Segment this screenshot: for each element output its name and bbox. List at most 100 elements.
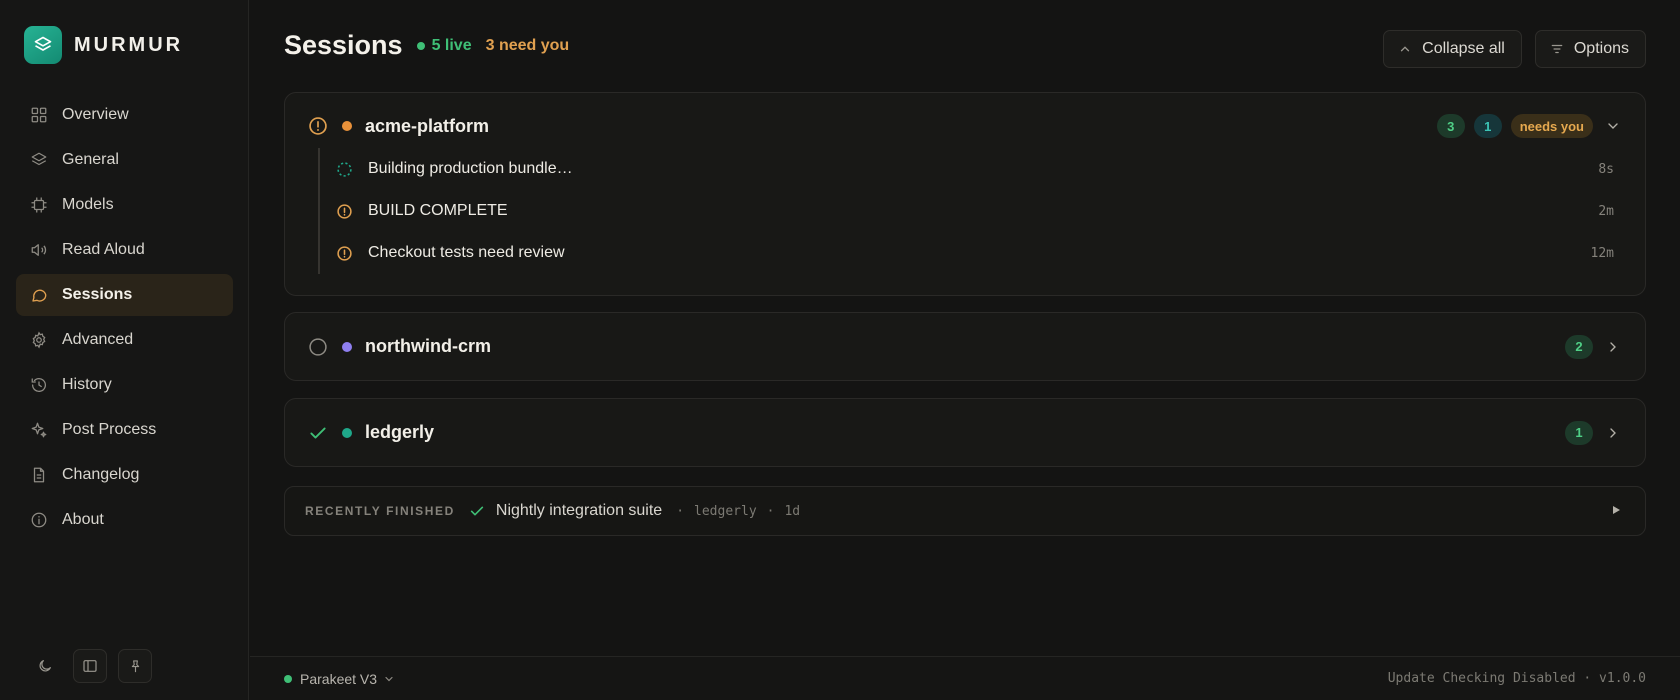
pin-icon: [131, 659, 139, 672]
recently-finished-row[interactable]: RECENTLY FINISHED Nightly integration su…: [284, 486, 1646, 536]
options-button[interactable]: Options: [1534, 30, 1646, 68]
task-time: 8s: [1598, 161, 1614, 177]
chevron-up-icon: [1398, 42, 1412, 56]
sidebar-toggle-button[interactable]: [73, 649, 107, 683]
chevron-right-icon[interactable]: [1605, 425, 1621, 441]
sidebar-item-label: General: [62, 151, 119, 168]
pin-button[interactable]: [118, 649, 152, 683]
project-color-dot: [342, 121, 352, 131]
count-badge: 1: [1565, 420, 1593, 445]
sidebar-item-changelog[interactable]: Changelog: [16, 454, 233, 496]
attention-icon: [335, 202, 353, 220]
model-selector[interactable]: Parakeet V3: [300, 671, 377, 687]
collapse-all-button[interactable]: Collapse all: [1383, 30, 1522, 68]
task-row[interactable]: Building production bundle… 8s: [320, 148, 1614, 190]
chip-icon: [29, 195, 49, 215]
project-color-dot: [342, 427, 352, 438]
sidebar-item-label: Overview: [62, 106, 129, 123]
sidebar-bottom-controls: [28, 649, 163, 683]
chevron-down-icon[interactable]: [1605, 118, 1621, 134]
collapse-all-label: Collapse all: [1422, 40, 1505, 57]
project-name: northwind-crm: [365, 336, 491, 356]
sidebar-item-models[interactable]: Models: [16, 184, 233, 226]
layers-icon: [29, 150, 49, 170]
sidebar-item-label: History: [62, 376, 112, 393]
project-badges: 1: [1556, 399, 1621, 466]
project-card-northwind-crm: northwind-crm 2: [284, 312, 1646, 381]
finished-item-project: ledgerly: [694, 503, 757, 519]
idle-circle-icon: [308, 337, 328, 357]
header-actions: Collapse all Options: [1370, 30, 1646, 68]
page-header: Sessions 5 live 3 need you: [284, 30, 569, 61]
count-badge: 2: [1565, 334, 1593, 359]
sidebar-item-about[interactable]: About: [16, 499, 233, 541]
recently-finished-label: RECENTLY FINISHED: [305, 504, 455, 518]
task-label: Checkout tests need review: [368, 244, 565, 261]
app-logo-icon: [24, 26, 62, 64]
sidebar-item-read-aloud[interactable]: Read Aloud: [16, 229, 233, 271]
main-content: Sessions 5 live 3 need you Collapse all …: [250, 0, 1680, 656]
meta-separator: ·: [676, 503, 685, 519]
chat-bubble-icon: [29, 285, 49, 305]
moon-icon: [39, 660, 51, 672]
count-badge: 1: [1473, 114, 1502, 138]
brand: MURMUR: [24, 26, 183, 64]
update-status: Update Checking Disabled · v1.0.0: [1387, 671, 1646, 686]
sidebar-item-overview[interactable]: Overview: [16, 94, 233, 136]
sidebar-item-label: Post Process: [62, 421, 157, 438]
project-color-dot: [342, 341, 352, 352]
project-header[interactable]: ledgerly 1: [285, 399, 1645, 466]
sidebar-item-label: Sessions: [62, 286, 133, 303]
live-indicator-dot: [416, 41, 425, 50]
sidebar-item-sessions[interactable]: Sessions: [16, 274, 233, 316]
needs-you-badge: needs you: [1510, 114, 1593, 138]
count-badge: 3: [1436, 114, 1465, 138]
sidebar-toggle-icon: [83, 660, 97, 672]
finished-item-age: 1d: [784, 503, 801, 519]
attention-icon: [308, 116, 328, 136]
page-title: Sessions: [284, 30, 403, 60]
task-label: Building production bundle…: [368, 160, 573, 177]
app-name: MURMUR: [74, 33, 184, 56]
grid-icon: [29, 105, 49, 125]
chevron-right-icon[interactable]: [1605, 339, 1621, 355]
attention-icon: [335, 244, 353, 262]
task-row[interactable]: BUILD COMPLETE 2m: [320, 190, 1614, 232]
finished-item-name: Nightly integration suite: [495, 502, 663, 519]
task-row[interactable]: Checkout tests need review 12m: [320, 232, 1614, 274]
speaker-icon: [29, 240, 49, 260]
sidebar-item-general[interactable]: General: [16, 139, 233, 181]
sidebar-item-label: Advanced: [62, 331, 134, 348]
gear-icon: [29, 330, 49, 350]
task-list: Building production bundle… 8s BUILD COM…: [318, 148, 1645, 274]
sidebar-item-label: About: [62, 511, 104, 528]
check-icon: [469, 503, 485, 519]
sidebar-item-label: Models: [62, 196, 114, 213]
project-name: acme-platform: [365, 115, 490, 136]
sidebar-item-label: Read Aloud: [62, 241, 145, 258]
spinner-icon: [335, 160, 353, 178]
project-card-ledgerly: ledgerly 1: [284, 398, 1646, 467]
sidebar-item-label: Changelog: [62, 466, 140, 483]
filter-icon: [1550, 42, 1564, 56]
project-badges: 2: [1556, 313, 1621, 380]
project-name: ledgerly: [365, 422, 435, 442]
sidebar-item-history[interactable]: History: [16, 364, 233, 406]
model-status-dot: [284, 674, 292, 683]
project-header[interactable]: northwind-crm 2: [285, 313, 1645, 380]
history-icon: [29, 375, 49, 395]
chevron-down-icon[interactable]: [383, 673, 395, 685]
sparkle-icon: [29, 420, 49, 440]
sidebar-item-post-process[interactable]: Post Process: [16, 409, 233, 451]
sidebar-nav: Overview General Models Read Aloud Sessi…: [16, 94, 233, 544]
needs-attention-count: 3 need you: [485, 36, 570, 54]
info-icon: [29, 510, 49, 530]
sidebar-item-advanced[interactable]: Advanced: [16, 319, 233, 361]
task-time: 12m: [1590, 245, 1614, 261]
play-icon[interactable]: [1611, 505, 1621, 518]
theme-toggle-button[interactable]: [28, 649, 62, 683]
check-icon: [308, 423, 328, 443]
sidebar: MURMUR Overview General Models Read Alou…: [0, 0, 249, 700]
project-card-acme-platform: acme-platform 3 1 needs you Building pro…: [284, 92, 1646, 296]
options-label: Options: [1573, 40, 1629, 57]
